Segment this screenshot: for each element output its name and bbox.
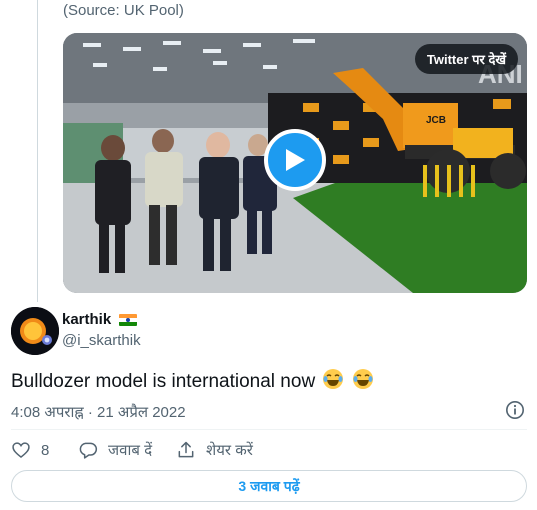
avatar-image [11, 307, 59, 355]
info-icon[interactable] [505, 400, 525, 420]
share-label: शेयर करें [206, 442, 253, 459]
author-name[interactable]: karthik [62, 311, 111, 328]
share-button[interactable]: शेयर करें [176, 440, 253, 460]
author-handle[interactable]: @i_skarthik [62, 332, 141, 349]
thread-line [37, 0, 38, 302]
tweet-text-body: Bulldozer model is international now [11, 371, 316, 392]
reply-button[interactable]: जवाब दें [78, 440, 152, 460]
tweet-text: Bulldozer model is international now [11, 368, 374, 393]
read-replies-button[interactable]: 3 जवाब पढ़ें [11, 470, 527, 502]
reply-bubble-icon [79, 442, 98, 459]
heart-icon [12, 442, 30, 459]
avatar[interactable] [11, 307, 59, 355]
laughing-emoji-icon [323, 369, 344, 389]
like-count: 8 [41, 441, 50, 459]
brand-text: JCB [426, 115, 446, 126]
watch-on-twitter-button[interactable]: Twitter पर देखें [414, 44, 518, 74]
laughing-emoji-icon [352, 369, 373, 389]
play-icon [286, 149, 305, 171]
reply-label: जवाब दें [108, 442, 153, 459]
tweet-timestamp[interactable]: 4:08 अपराह्न · 21 अप्रैल 2022 [11, 402, 186, 422]
divider [11, 429, 527, 430]
quoted-source-text: (Source: UK Pool) [63, 2, 184, 19]
share-upload-icon [178, 441, 194, 458]
video-player[interactable]: JCB ANI Twitter पर देखें [63, 33, 527, 293]
india-flag-icon [119, 314, 137, 326]
like-button[interactable]: 8 [11, 440, 49, 460]
play-button[interactable] [264, 129, 326, 191]
